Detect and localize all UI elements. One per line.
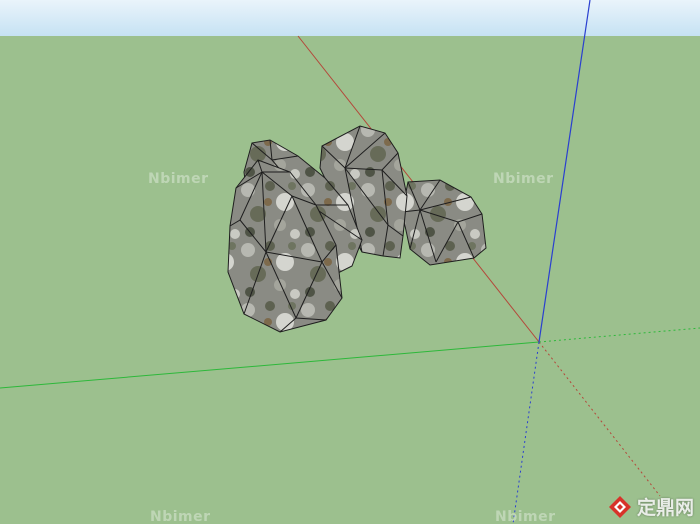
green-axis (0, 341, 540, 389)
rock-small (401, 179, 487, 266)
watermark-text: Nbimer (148, 171, 209, 187)
site-logo: 定鼎网 (607, 493, 694, 520)
logo-text: 定鼎网 (636, 497, 694, 519)
blue-axis-negative (512, 341, 540, 524)
logo-icon (608, 495, 631, 518)
watermark-text: Nbimer (493, 171, 554, 187)
watermark-text: Nbimer (150, 509, 211, 524)
sketchup-viewport[interactable]: Nbimer Nbimer Nbimer Nbimer 定鼎网 (0, 0, 700, 524)
watermark-text: Nbimer (495, 509, 556, 524)
red-axis-negative (538, 341, 661, 497)
model-scene[interactable] (0, 0, 700, 524)
green-axis-negative (538, 327, 700, 343)
